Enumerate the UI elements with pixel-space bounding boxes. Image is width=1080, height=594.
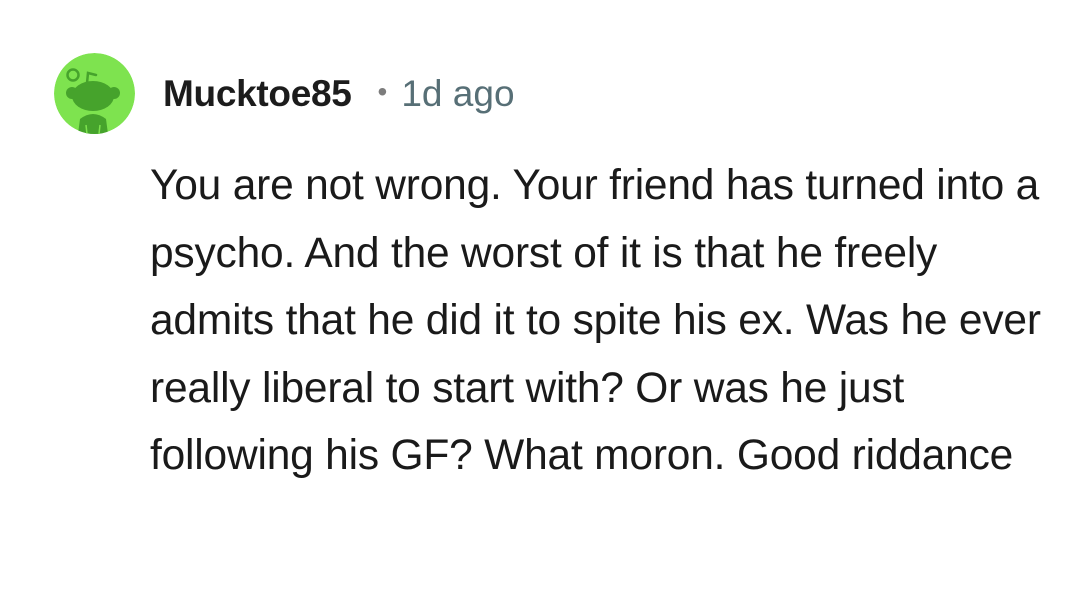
- timestamp: 1d ago: [401, 73, 515, 114]
- username-link[interactable]: Mucktoe85: [163, 73, 352, 115]
- reddit-snoo-avatar-icon: [54, 53, 135, 134]
- separator-dot: •: [377, 76, 388, 107]
- comment: Mucktoe85 • 1d ago You are not wrong. Yo…: [0, 0, 1080, 594]
- comment-body: You are not wrong. Your friend has turne…: [150, 162, 1041, 479]
- comment-meta: Mucktoe85 • 1d ago: [163, 70, 515, 118]
- user-avatar[interactable]: [54, 53, 135, 134]
